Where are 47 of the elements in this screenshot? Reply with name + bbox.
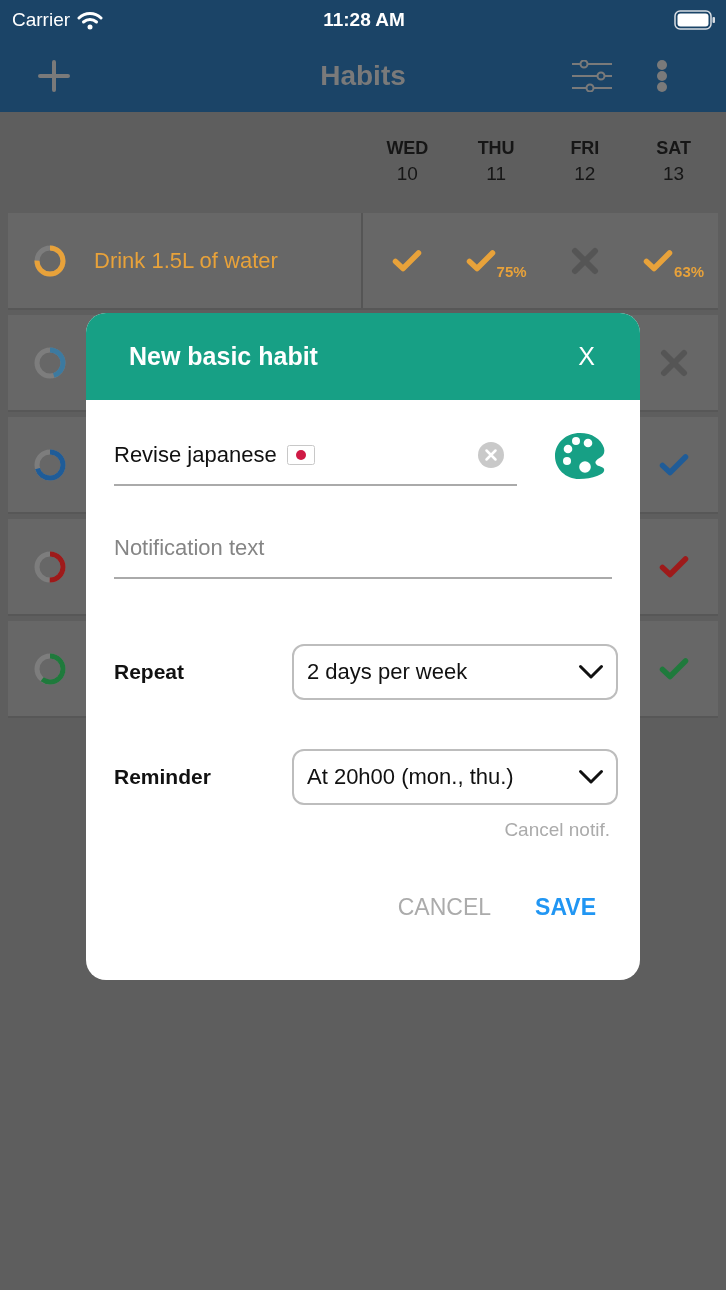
progress-ring-icon — [33, 447, 67, 482]
habit-name-field[interactable]: Revise japanese — [114, 425, 517, 486]
notification-field[interactable]: Notification text — [114, 518, 612, 579]
check-icon[interactable] — [658, 656, 689, 681]
chevron-down-icon — [578, 769, 604, 785]
reminder-dropdown[interactable]: At 20h00 (mon., thu.) — [292, 749, 618, 805]
time-label: 11:28 AM — [323, 9, 405, 31]
more-icon[interactable] — [656, 60, 668, 92]
progress-ring-icon — [33, 243, 67, 278]
battery-icon — [674, 10, 716, 30]
dialog-title: New basic habit — [129, 342, 318, 371]
check-icon[interactable] — [643, 248, 674, 273]
progress-ring-icon — [33, 549, 67, 584]
reminder-label: Reminder — [114, 765, 212, 789]
completion-percent: 63% — [674, 263, 705, 280]
date-label: 12 — [574, 162, 596, 186]
sliders-icon[interactable] — [571, 60, 613, 92]
save-button[interactable]: SAVE — [523, 884, 608, 931]
close-button[interactable]: X — [570, 336, 603, 377]
chevron-down-icon — [578, 664, 604, 680]
check-icon[interactable] — [392, 248, 423, 273]
date-label: 10 — [396, 162, 418, 186]
plus-icon[interactable] — [38, 60, 70, 92]
carrier-label: Carrier — [12, 9, 71, 31]
progress-ring-icon — [33, 651, 67, 686]
wifi-icon — [77, 10, 104, 30]
date-label: 13 — [663, 162, 685, 186]
habit-row[interactable]: Drink 1.5L of water 75% 63% — [8, 213, 718, 310]
progress-ring-icon — [33, 345, 67, 380]
check-icon[interactable] — [658, 554, 689, 579]
date-label: 11 — [486, 162, 506, 186]
clear-icon[interactable] — [478, 441, 504, 468]
palette-icon[interactable] — [554, 431, 606, 480]
weekday-label: FRI — [570, 137, 600, 160]
repeat-dropdown[interactable]: 2 days per week — [292, 644, 618, 700]
check-icon[interactable] — [658, 452, 689, 477]
cancel-button[interactable]: CANCEL — [385, 884, 504, 931]
flag-icon — [286, 444, 315, 465]
weekday-label: SAT — [656, 137, 691, 160]
check-icon[interactable] — [465, 248, 496, 273]
repeat-label: Repeat — [114, 660, 186, 684]
cancel-notification-link[interactable]: Cancel notif. — [504, 818, 610, 842]
nav-title: Habits — [320, 60, 406, 92]
weekday-label: THU — [477, 137, 515, 160]
habit-name: Drink 1.5L of water — [94, 247, 278, 274]
weekday-label: WED — [386, 137, 429, 160]
completion-percent: 75% — [496, 263, 527, 280]
